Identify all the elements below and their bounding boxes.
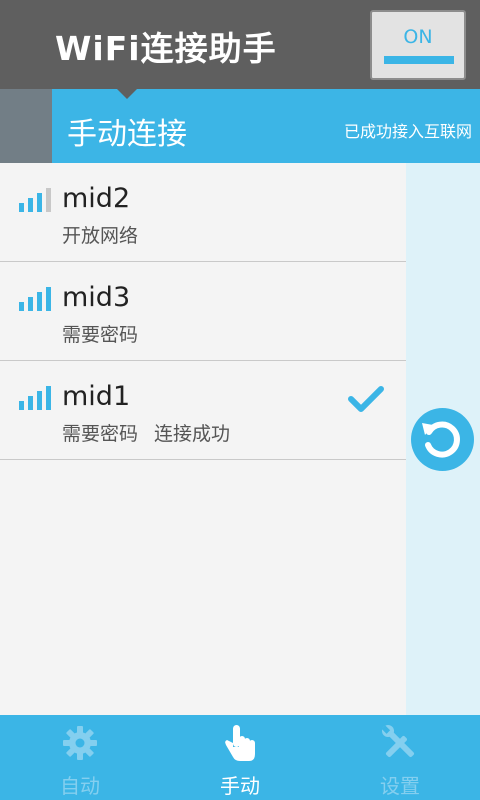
refresh-icon	[422, 421, 460, 458]
network-security: 开放网络	[62, 225, 139, 247]
titlebar-side-block	[0, 89, 52, 163]
network-row-mid1[interactable]: mid1 需要密码 连接成功	[0, 361, 406, 460]
toggle-indicator	[384, 56, 454, 64]
network-ssid: mid2	[62, 183, 131, 214]
network-ssid: mid1	[62, 381, 131, 412]
nav-item-manual[interactable]: 手动	[160, 715, 320, 800]
network-security: 需要密码 连接成功	[62, 423, 231, 445]
wifi-signal-icon	[19, 188, 53, 212]
connection-state: 连接成功	[154, 423, 231, 445]
wifi-signal-icon	[19, 287, 53, 311]
network-security: 需要密码	[62, 324, 139, 346]
bottom-nav: 自动 手动 设置	[0, 715, 480, 800]
nav-label: 设置	[380, 774, 420, 798]
app-title: WiFi连接助手	[55, 29, 277, 68]
wifi-signal-icon	[19, 386, 53, 410]
checkmark-icon	[348, 386, 384, 412]
page-title: 手动连接	[67, 117, 187, 152]
network-ssid: mid3	[62, 282, 131, 313]
nav-item-settings[interactable]: 设置	[320, 715, 480, 800]
refresh-button[interactable]	[411, 408, 474, 471]
toggle-label: ON	[403, 26, 433, 48]
gear-icon	[63, 726, 97, 760]
wifi-toggle-button[interactable]: ON	[370, 10, 466, 80]
network-row-mid2[interactable]: mid2 开放网络	[0, 163, 406, 262]
header-pointer	[116, 88, 138, 99]
network-row-mid3[interactable]: mid3 需要密码	[0, 262, 406, 361]
nav-label: 自动	[60, 774, 100, 798]
connection-status-text: 已成功接入互联网	[343, 122, 472, 141]
app-header: WiFi连接助手 ON	[0, 0, 480, 89]
hand-pointer-icon	[225, 725, 255, 761]
tools-icon	[381, 725, 415, 758]
nav-label: 手动	[220, 774, 260, 798]
page-titlebar: 手动连接 已成功接入互联网	[0, 88, 480, 163]
network-list: mid2 开放网络 mid3 需要密码 mid1 需要密码 连接成功	[0, 163, 406, 715]
nav-item-auto[interactable]: 自动	[0, 715, 160, 800]
